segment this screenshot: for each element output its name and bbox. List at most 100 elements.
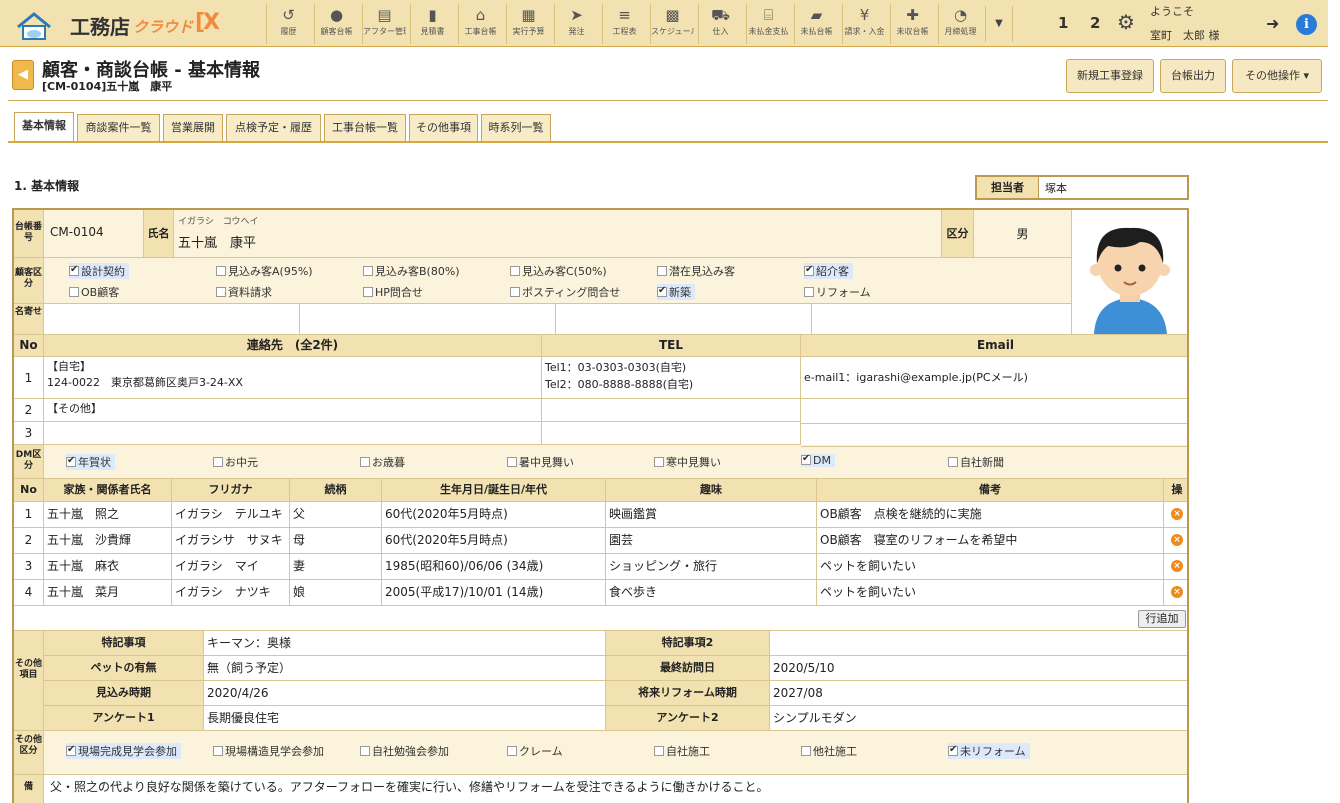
checkbox-cust-types-2[interactable]: 見込み客B(80%) — [363, 263, 460, 279]
checkbox-box[interactable] — [360, 457, 370, 467]
nav-button-8[interactable]: ▩ スケジュール — [650, 4, 694, 44]
nav-button-14[interactable]: ◔ 月締処理 — [938, 4, 982, 44]
checkbox-box[interactable] — [360, 746, 370, 756]
nav-button-5[interactable]: ▦ 実行予算 — [506, 4, 550, 44]
checkbox-other-kubun-2[interactable]: 自社勉強会参加 — [360, 743, 449, 759]
checkbox-box[interactable] — [657, 266, 667, 276]
family-name[interactable]: 五十嵐 沙貴輝 — [44, 528, 172, 554]
checkbox-box[interactable] — [363, 287, 373, 297]
tab-2[interactable]: 営業展開 — [163, 114, 223, 141]
checkbox-cust-types-5[interactable]: 紹介客 — [804, 263, 853, 279]
checkbox-box[interactable] — [66, 455, 76, 467]
delete-row-icon[interactable]: × — [1171, 586, 1183, 598]
nav-more-dropdown[interactable]: ▼ — [985, 6, 1013, 42]
family-name[interactable]: 五十嵐 麻衣 — [44, 554, 172, 580]
family-kana[interactable]: イガラシサ サヌキ — [172, 528, 290, 554]
nav-button-7[interactable]: ≡ 工程表 — [602, 4, 646, 44]
other-item-value-1[interactable]: キーマン：奥様 — [204, 631, 606, 656]
tab-3[interactable]: 点検予定・履歴 — [226, 114, 321, 141]
nav-button-10[interactable]: ⌸ 未払金支払 — [746, 4, 790, 44]
family-birth[interactable]: 60代(2020年5月時点) — [382, 528, 606, 554]
checkbox-box[interactable] — [801, 453, 811, 465]
checkbox-dm-4[interactable]: 寒中見舞い — [654, 454, 721, 470]
name-field[interactable]: イガラシ コウヘイ 五十嵐 康平 — [174, 210, 942, 258]
checkbox-box[interactable] — [213, 746, 223, 756]
checkbox-cust-types-6[interactable]: OB顧客 — [69, 284, 119, 300]
family-rel[interactable]: 娘 — [290, 580, 382, 606]
checkbox-other-kubun-1[interactable]: 現場構造見学会参加 — [213, 743, 324, 759]
family-birth[interactable]: 60代(2020年5月時点) — [382, 502, 606, 528]
checkbox-cust-types-11[interactable]: リフォーム — [804, 284, 871, 300]
checkbox-box[interactable] — [363, 266, 373, 276]
checkbox-dm-6[interactable]: 自社新聞 — [948, 454, 1004, 470]
checkbox-dm-3[interactable]: 暑中見舞い — [507, 454, 574, 470]
family-rel[interactable]: 妻 — [290, 554, 382, 580]
checkbox-dm-2[interactable]: お歳暮 — [360, 454, 405, 470]
checkbox-other-kubun-0[interactable]: 現場完成見学会参加 — [66, 743, 181, 759]
contact-address[interactable] — [44, 422, 542, 445]
nav-button-0[interactable]: ↺ 履歴 — [266, 4, 310, 44]
nav-button-13[interactable]: ✚ 未収台帳 — [890, 4, 934, 44]
family-name[interactable]: 五十嵐 照之 — [44, 502, 172, 528]
family-rel[interactable]: 父 — [290, 502, 382, 528]
checkbox-box[interactable] — [654, 746, 664, 756]
checkbox-box[interactable] — [216, 287, 226, 297]
family-hobby[interactable]: 園芸 — [606, 528, 817, 554]
checkbox-other-kubun-4[interactable]: 自社施工 — [654, 743, 710, 759]
checkbox-dm-0[interactable]: 年賀状 — [66, 454, 115, 470]
nav-button-12[interactable]: ¥ 請求・入金 — [842, 4, 886, 44]
other-item-value-2[interactable]: 2020/5/10 — [770, 656, 1187, 681]
checkbox-cust-types-1[interactable]: 見込み客A(95%) — [216, 263, 313, 279]
memo-text[interactable]: 父・照之の代より良好な関係を築けている。アフターフォローを確実に行い、修繕やリフ… — [44, 775, 1187, 803]
checkbox-box[interactable] — [510, 287, 520, 297]
checkbox-box[interactable] — [654, 457, 664, 467]
other-item-value-1[interactable]: 無（飼う予定） — [204, 656, 606, 681]
contact-tel[interactable] — [542, 399, 801, 422]
gender-value[interactable]: 男 — [974, 210, 1072, 258]
checkbox-box[interactable] — [657, 285, 667, 297]
number-1-button[interactable]: 1 — [1058, 14, 1068, 32]
nav-button-2[interactable]: ▤ アフター管理 — [362, 4, 406, 44]
add-row-button[interactable]: 行追加 — [1138, 610, 1186, 628]
other-item-value-1[interactable]: 長期優良住宅 — [204, 706, 606, 731]
family-note[interactable]: OB顧客 点検を継続的に実施 — [817, 502, 1164, 528]
family-note[interactable]: ペットを飼いたい — [817, 554, 1164, 580]
contact-tel[interactable]: Tel1：03-0303-0303(自宅) Tel2：080-8888-8888(… — [542, 357, 801, 399]
tab-4[interactable]: 工事台帳一覧 — [324, 114, 406, 141]
checkbox-box[interactable] — [948, 744, 958, 756]
checkbox-cust-types-10[interactable]: 新築 — [657, 284, 695, 300]
gear-icon[interactable]: ⚙ — [1117, 10, 1135, 34]
nav-button-11[interactable]: ▰ 未払台帳 — [794, 4, 838, 44]
checkbox-cust-types-4[interactable]: 潜在見込み客 — [657, 263, 735, 279]
other-item-value-2[interactable]: シンプルモダン — [770, 706, 1187, 731]
checkbox-box[interactable] — [510, 266, 520, 276]
number-2-button[interactable]: 2 — [1090, 14, 1100, 32]
family-birth[interactable]: 1985(昭和60)/06/06 (34歳) — [382, 554, 606, 580]
contact-email[interactable] — [801, 422, 1187, 447]
family-rel[interactable]: 母 — [290, 528, 382, 554]
checkbox-box[interactable] — [804, 287, 814, 297]
checkbox-other-kubun-6[interactable]: 未リフォーム — [948, 743, 1030, 759]
contact-address[interactable]: 【その他】 — [44, 399, 542, 422]
delete-row-icon[interactable]: × — [1171, 560, 1183, 572]
family-note[interactable]: ペットを飼いたい — [817, 580, 1164, 606]
delete-row-icon[interactable]: × — [1171, 508, 1183, 520]
checkbox-cust-types-9[interactable]: ポスティング問合せ — [510, 284, 620, 300]
tab-5[interactable]: その他事項 — [409, 114, 478, 141]
checkbox-dm-1[interactable]: お中元 — [213, 454, 258, 470]
delete-row-icon[interactable]: × — [1171, 534, 1183, 546]
family-kana[interactable]: イガラシ ナツキ — [172, 580, 290, 606]
checkbox-other-kubun-3[interactable]: クレーム — [507, 743, 563, 759]
family-note[interactable]: OB顧客 寝室のリフォームを希望中 — [817, 528, 1164, 554]
name-match-field-4[interactable] — [812, 304, 1072, 335]
family-hobby[interactable]: 映画鑑賞 — [606, 502, 817, 528]
contact-email[interactable]: e-mail1：igarashi@example.jp(PCメール) — [801, 357, 1187, 399]
tab-1[interactable]: 商談案件一覧 — [77, 114, 160, 141]
tab-6[interactable]: 時系列一覧 — [481, 114, 551, 141]
checkbox-cust-types-7[interactable]: 資料請求 — [216, 284, 272, 300]
checkbox-box[interactable] — [216, 266, 226, 276]
checkbox-box[interactable] — [507, 746, 517, 756]
family-name[interactable]: 五十嵐 菜月 — [44, 580, 172, 606]
family-kana[interactable]: イガラシ マイ — [172, 554, 290, 580]
checkbox-box[interactable] — [801, 746, 811, 756]
